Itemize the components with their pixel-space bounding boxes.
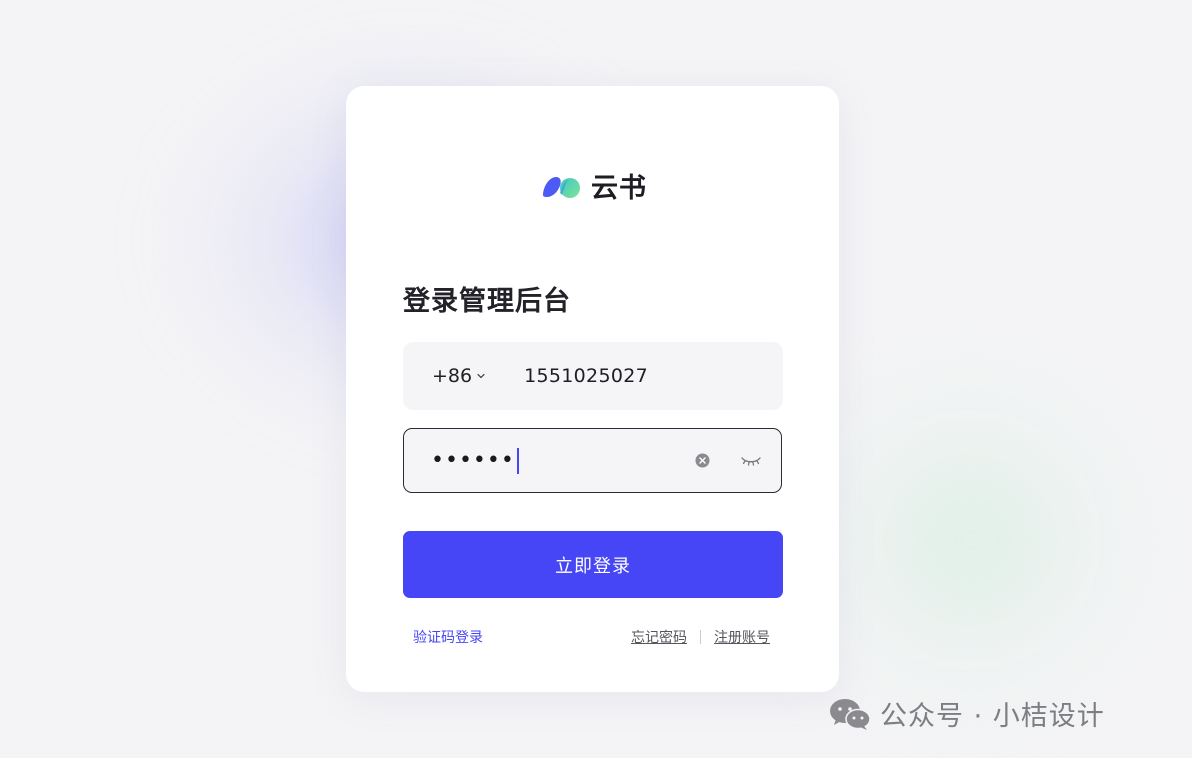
country-code-label: +86 (432, 365, 473, 387)
login-card: 云书 登录管理后台 +86 1551025027 •••••• 立即登录 验证码… (346, 86, 839, 692)
forgot-password-link[interactable]: 忘记密码 (631, 627, 687, 647)
watermark: 公众号 · 小桔设计 (828, 694, 1105, 733)
password-masked-value: •••••• (431, 447, 515, 473)
wechat-icon (830, 698, 871, 730)
brand-name: 云书 (591, 173, 647, 204)
password-field[interactable]: •••••• (403, 428, 782, 493)
sms-login-link[interactable]: 验证码登录 (413, 627, 483, 647)
eye-closed-icon[interactable] (740, 452, 762, 468)
page-title: 登录管理后台 (403, 286, 571, 317)
cloud-logo-icon (543, 176, 580, 198)
chevron-down-icon (477, 373, 485, 379)
phone-field[interactable]: +86 1551025027 (403, 342, 783, 410)
clear-icon[interactable] (695, 453, 710, 468)
register-link[interactable]: 注册账号 (714, 627, 770, 647)
text-caret (516, 447, 519, 474)
link-divider (700, 630, 701, 644)
password-input[interactable]: •••••• (431, 447, 519, 474)
account-links: 忘记密码 注册账号 (631, 627, 770, 647)
login-submit-button[interactable]: 立即登录 (403, 531, 783, 598)
brand-logo: 云书 (539, 166, 647, 205)
country-code-selector[interactable]: +86 (432, 365, 486, 387)
phone-input[interactable]: 1551025027 (524, 365, 648, 387)
watermark-text: 公众号 · 小桔设计 (880, 701, 1105, 732)
